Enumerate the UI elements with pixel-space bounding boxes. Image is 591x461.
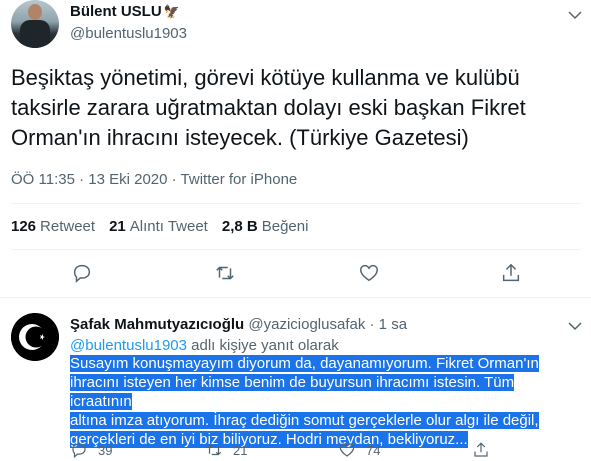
like-count: 74 bbox=[366, 442, 381, 458]
replying-to-suffix: adlı kişiye yanıt olarak bbox=[191, 337, 339, 354]
reply-text-line: ihracını isteyen her kimse benim de buyu… bbox=[70, 374, 515, 410]
reply-time[interactable]: · 1 sa bbox=[370, 316, 408, 333]
replying-to-handle[interactable]: @bulentuslu1903 bbox=[70, 337, 187, 354]
reply-count: 39 bbox=[98, 442, 113, 458]
like-icon[interactable] bbox=[358, 262, 380, 284]
share-icon bbox=[474, 442, 488, 457]
reply-author-avatar[interactable] bbox=[11, 313, 59, 361]
author-avatar[interactable] bbox=[11, 0, 59, 48]
divider bbox=[0, 297, 591, 298]
reply-actions: 39 21 74 bbox=[0, 441, 591, 461]
crescent-star-icon bbox=[11, 313, 59, 361]
eagle-icon: 🦅 bbox=[163, 3, 180, 19]
retweets-stat[interactable]: 126 Retweet bbox=[11, 218, 95, 235]
reply-icon bbox=[72, 443, 86, 459]
caret-down-icon[interactable] bbox=[566, 6, 584, 24]
share-icon[interactable] bbox=[500, 262, 522, 284]
divider bbox=[11, 203, 581, 204]
reply-like-action[interactable]: 74 bbox=[338, 441, 380, 459]
replying-to: @bulentuslu1903 adlı kişiye yanıt olarak bbox=[70, 337, 339, 354]
reply-retweet-action[interactable]: 21 bbox=[205, 441, 247, 459]
divider bbox=[11, 249, 581, 250]
caret-down-icon[interactable] bbox=[566, 317, 584, 335]
author-name-text: Bülent USLU bbox=[70, 3, 162, 20]
reply-author-handle[interactable]: @yazicioglusafak bbox=[248, 316, 365, 333]
reply-reply-action[interactable]: 39 bbox=[70, 441, 112, 459]
tweet-text: Beşiktaş yönetimi, görevi kötüye kullanm… bbox=[11, 65, 526, 150]
tweet-stats: 126 Retweet 21 Alıntı Tweet 2,8 B Beğeni bbox=[11, 218, 308, 235]
reply-text-line: altına imza atıyorum. İhraç dediğin somu… bbox=[70, 412, 539, 429]
like-icon bbox=[339, 443, 355, 457]
reply-share-action[interactable] bbox=[472, 441, 490, 459]
author-name[interactable]: Bülent USLU 🦅 bbox=[70, 3, 180, 20]
reply-text-line: Susayım konuşmayayım diyorum da, dayanam… bbox=[70, 355, 539, 372]
retweets-count: 126 bbox=[11, 218, 37, 235]
quotes-label: Alıntı Tweet bbox=[129, 218, 208, 235]
retweet-count: 21 bbox=[233, 442, 248, 458]
likes-label: Beğeni bbox=[261, 218, 309, 235]
quotes-stat[interactable]: 21 Alıntı Tweet bbox=[109, 218, 208, 235]
likes-stat[interactable]: 2,8 B Beğeni bbox=[222, 218, 309, 235]
reply-text: Susayım konuşmayayım diyorum da, dayanam… bbox=[70, 354, 570, 449]
reply-icon[interactable] bbox=[71, 262, 93, 284]
quotes-count: 21 bbox=[109, 218, 126, 235]
likes-count: 2,8 B bbox=[221, 218, 258, 235]
reply-header: Şafak Mahmutyazıcıoğlu @yazicioglusafak … bbox=[70, 316, 407, 333]
author-handle[interactable]: @bulentuslu1903 bbox=[70, 25, 187, 42]
retweet-icon bbox=[206, 444, 222, 456]
tweet-actions bbox=[0, 262, 591, 286]
retweet-icon[interactable] bbox=[214, 262, 236, 284]
retweets-label: Retweet bbox=[40, 218, 96, 235]
tweet-meta[interactable]: ÖÖ 11:35 · 13 Eki 2020 · Twitter for iPh… bbox=[11, 171, 297, 188]
reply-author-name[interactable]: Şafak Mahmutyazıcıoğlu bbox=[70, 316, 244, 333]
